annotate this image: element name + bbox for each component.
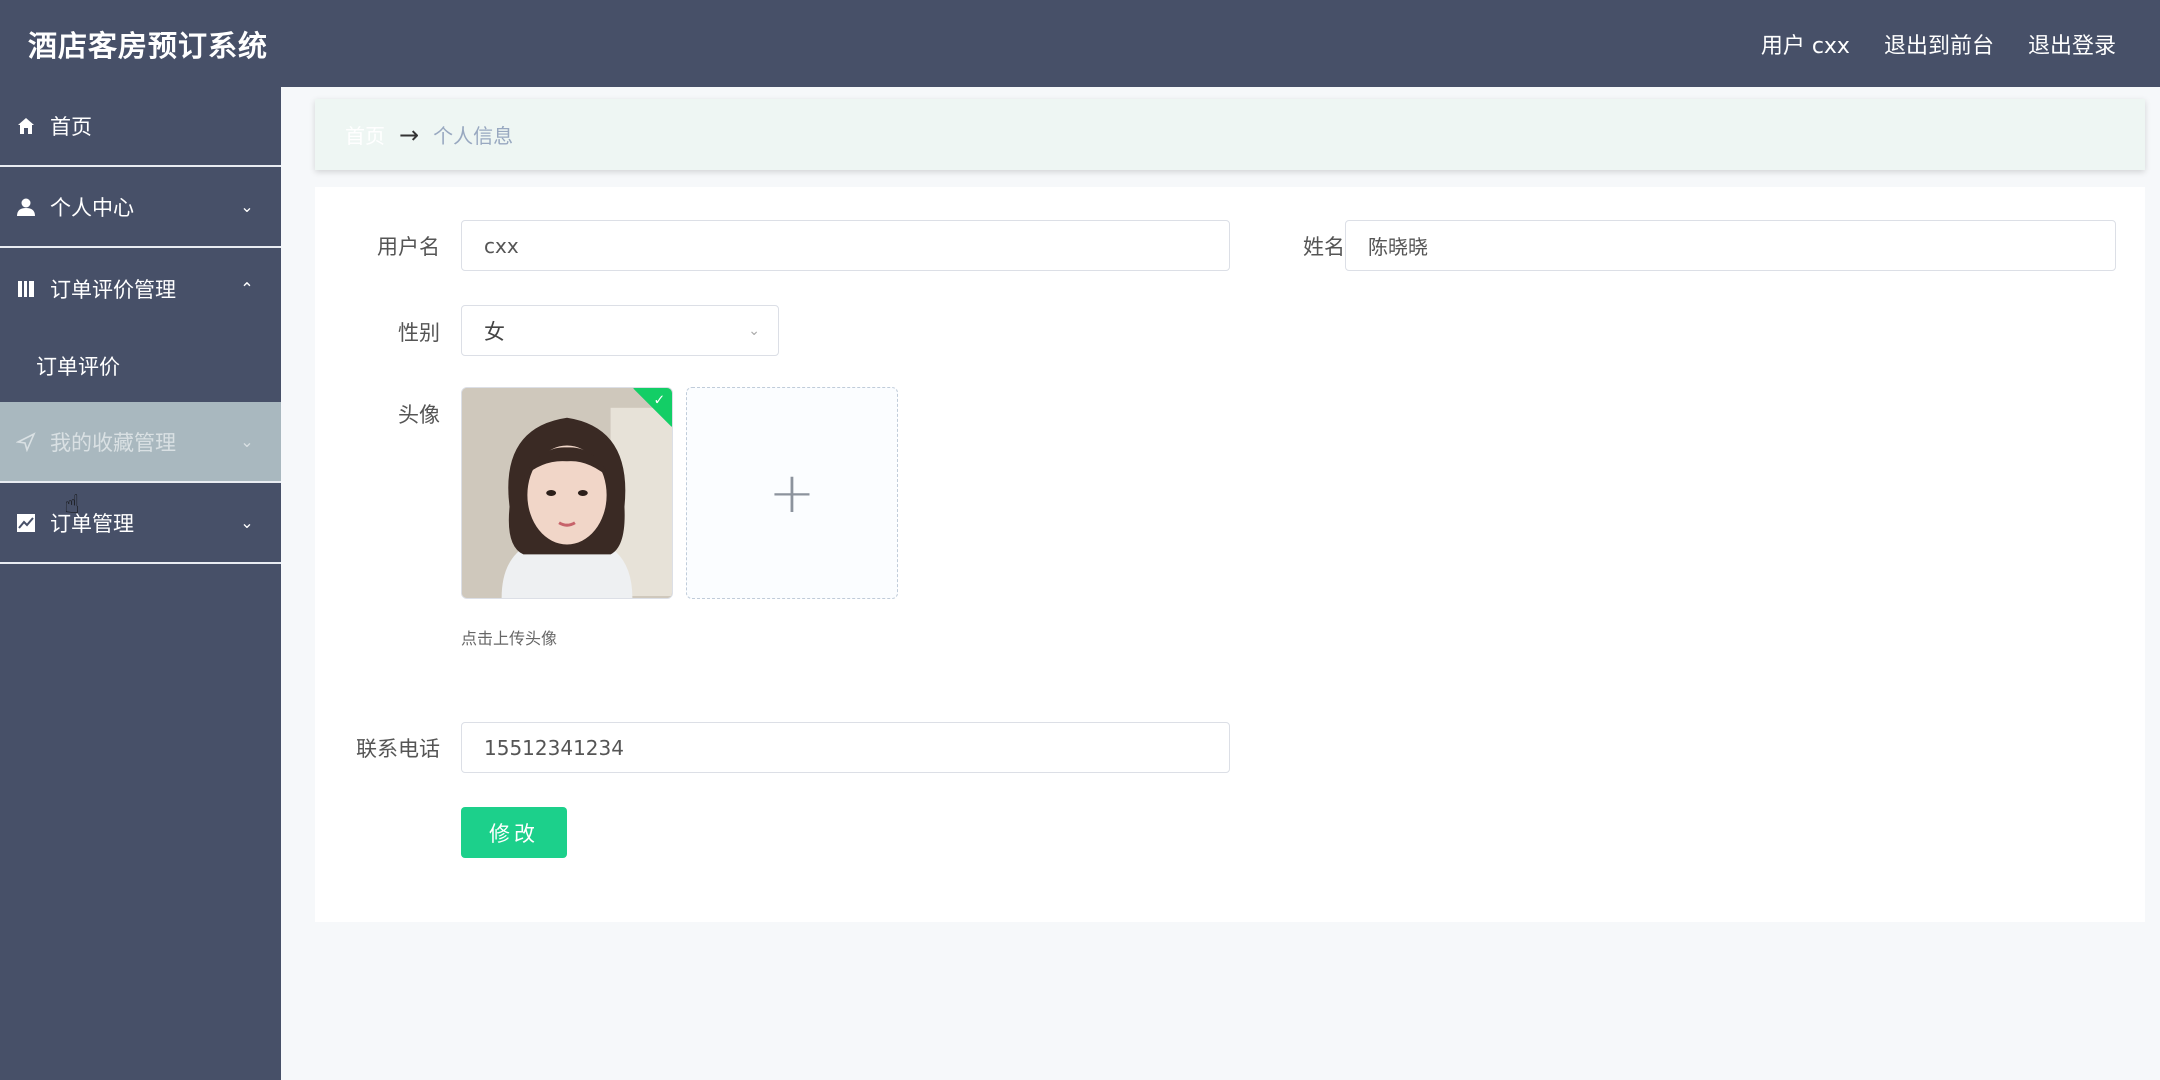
sidebar-item-label: 订单评价管理 <box>50 277 176 302</box>
logout-link[interactable]: 退出登录 <box>2028 28 2116 60</box>
modify-button[interactable]: 修改 <box>461 807 567 858</box>
sidebar: 首页 个人中心 ⌄ 订单评价管理 ⌃ 订单评价 我的收藏管理 ⌄ 订单管理 ⌄ … <box>0 87 281 1080</box>
username-field[interactable]: cxx <box>461 220 1230 271</box>
gender-select[interactable]: 女 ⌄ <box>461 305 779 356</box>
avatar-label: 头像 <box>398 403 440 427</box>
avatar-image[interactable]: ✓ <box>461 387 673 599</box>
sidebar-item-label: 个人中心 <box>50 195 134 220</box>
chevron-down-icon: ⌄ <box>240 432 254 451</box>
breadcrumb-current: 个人信息 <box>433 124 514 148</box>
gender-label: 性别 <box>398 321 440 345</box>
phone-field[interactable]: 15512341234 <box>461 722 1230 773</box>
sidebar-item-personal-center[interactable]: 个人中心 ⌄ <box>0 167 281 248</box>
avatar-upload-button[interactable]: + <box>686 387 898 599</box>
exit-to-front-link[interactable]: 退出到前台 <box>1884 28 1994 60</box>
chevron-down-icon: ⌄ <box>240 197 254 216</box>
chevron-down-icon: ⌄ <box>748 322 760 339</box>
send-icon <box>16 431 36 452</box>
header-actions: 用户 cxx 退出到前台 退出登录 <box>1761 28 2116 60</box>
gender-select-value: 女 <box>484 319 505 344</box>
phone-label: 联系电话 <box>356 737 440 761</box>
sidebar-item-home[interactable]: 首页 <box>0 87 281 167</box>
top-header: 酒店客房预订系统 用户 cxx 退出到前台 退出登录 <box>0 0 2160 87</box>
current-user-label: 用户 cxx <box>1760 33 1850 59</box>
user-icon <box>16 197 36 217</box>
book-icon <box>16 279 36 299</box>
sidebar-item-review-management[interactable]: 订单评价管理 ⌃ <box>0 248 281 329</box>
name-label: 姓名 <box>1303 235 1345 259</box>
plus-icon: + <box>768 460 816 526</box>
upload-hint: 点击上传头像 <box>461 629 558 648</box>
breadcrumb-arrow-icon: → <box>399 120 420 149</box>
main-content: 首页 → 个人信息 用户名 cxx 姓名 陈晓晓 性别 女 ⌄ 头像 ✓ + 点… <box>281 87 2160 1080</box>
chevron-up-icon: ⌃ <box>240 279 254 298</box>
name-field[interactable]: 陈晓晓 <box>1345 220 2116 271</box>
sidebar-item-favorites-management[interactable]: 我的收藏管理 ⌄ <box>0 402 281 483</box>
chevron-down-icon: ⌄ <box>240 513 254 532</box>
breadcrumb: 首页 → 个人信息 <box>315 99 2145 170</box>
home-icon <box>16 116 36 136</box>
sidebar-item-order-management[interactable]: 订单管理 ⌄ <box>0 483 281 564</box>
app-title: 酒店客房预订系统 <box>28 28 269 63</box>
sidebar-item-label: 首页 <box>50 115 92 139</box>
sidebar-subitem-order-review[interactable]: 订单评价 <box>0 329 281 402</box>
sidebar-item-label: 我的收藏管理 <box>50 430 176 455</box>
sidebar-subitem-label: 订单评价 <box>36 354 120 379</box>
username-label: 用户名 <box>377 235 440 259</box>
hand-pointer-icon: ☝ <box>64 490 80 520</box>
breadcrumb-home[interactable]: 首页 <box>345 120 385 149</box>
profile-form: 用户名 cxx 姓名 陈晓晓 性别 女 ⌄ 头像 ✓ + 点击上传头像 联系电话… <box>315 187 2145 922</box>
chart-icon <box>16 513 36 533</box>
